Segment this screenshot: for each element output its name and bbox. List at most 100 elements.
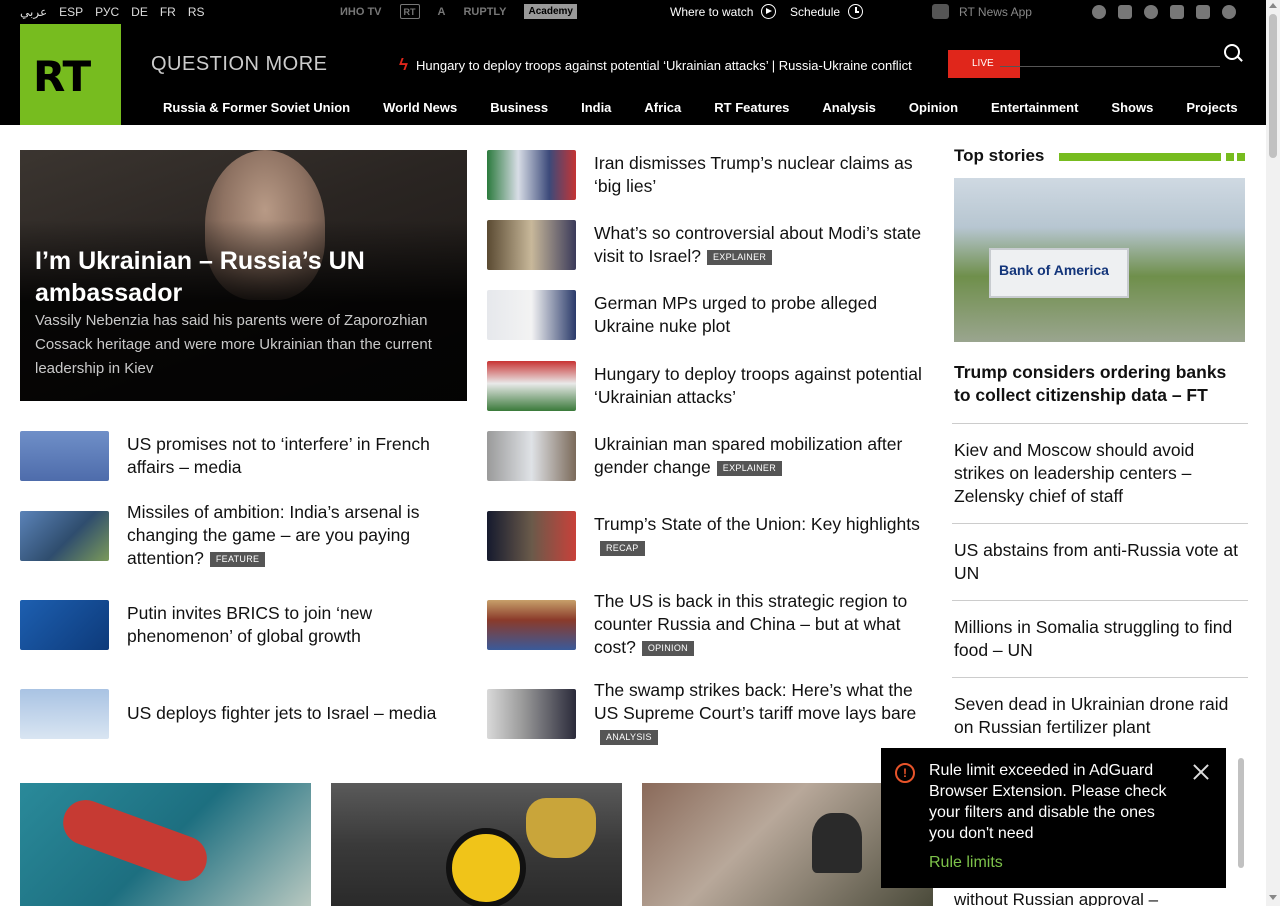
story-thumbnail[interactable] <box>487 511 576 561</box>
hero-title[interactable]: I’m Ukrainian – Russia’s UN ambassador <box>35 245 455 309</box>
lang-rs[interactable]: RS <box>188 5 205 19</box>
lang-rus[interactable]: РУС <box>95 5 119 19</box>
story-title[interactable]: Hungary to deploy troops against potenti… <box>594 363 939 409</box>
lang-arabic[interactable]: عربي <box>20 5 47 19</box>
story-thumbnail[interactable] <box>20 689 109 739</box>
story-title[interactable]: German MPs urged to probe alleged Ukrain… <box>594 292 939 338</box>
story-thumbnail[interactable] <box>487 290 576 340</box>
news-app-link[interactable]: RT News App <box>932 4 1032 19</box>
story-thumbnail[interactable] <box>20 511 109 561</box>
vk-icon[interactable] <box>1170 5 1184 19</box>
hero-story[interactable]: I’m Ukrainian – Russia’s UN ambassador V… <box>20 150 467 401</box>
partner-a-logo[interactable]: A <box>438 4 446 19</box>
story-thumbnail[interactable] <box>487 431 576 481</box>
social-links <box>1092 5 1236 19</box>
story-title[interactable]: The swamp strikes back: Here’s what the … <box>594 679 939 748</box>
story-title[interactable]: Ukrainian man spared mobilization after … <box>594 433 939 479</box>
nav-rt-features[interactable]: RT Features <box>714 100 789 115</box>
app-icon <box>932 4 949 19</box>
story-thumbnail[interactable] <box>487 689 576 739</box>
where-to-watch-label: Where to watch <box>670 4 754 19</box>
tag-badge: EXPLAINER <box>716 461 783 476</box>
story-title[interactable]: The US is back in this strategic region … <box>594 590 939 659</box>
top-story-item[interactable]: Millions in Somalia struggling to find f… <box>954 616 1246 662</box>
top-stories-scrollbar[interactable] <box>1236 746 1246 884</box>
story-thumbnail[interactable] <box>487 361 576 411</box>
facebook-icon[interactable] <box>1196 5 1210 19</box>
partner-inotv-logo[interactable]: ИНО TV <box>340 4 382 19</box>
lang-fr[interactable]: FR <box>160 5 176 19</box>
page-scrollbar[interactable] <box>1266 0 1280 906</box>
story-card-image[interactable] <box>331 783 622 906</box>
lang-esp[interactable]: ESP <box>59 5 83 19</box>
tanker-shape <box>56 793 214 888</box>
nav-entertainment[interactable]: Entertainment <box>991 100 1078 115</box>
nav-world-news[interactable]: World News <box>383 100 457 115</box>
nav-opinion[interactable]: Opinion <box>909 100 958 115</box>
search-input[interactable] <box>1000 66 1220 67</box>
partner-academy-logo[interactable]: Academy <box>524 4 577 19</box>
story-title[interactable]: US deploys fighter jets to Israel – medi… <box>127 702 457 725</box>
story-title[interactable]: Iran dismisses Trump’s nuclear claims as… <box>594 152 939 198</box>
ticker-text: Hungary to deploy troops against potenti… <box>416 57 912 73</box>
top-story-item[interactable]: US abstains from anti-Russia vote at UN <box>954 539 1246 585</box>
partner-links: ИНО TV RT A RUPTLY Academy <box>340 4 577 19</box>
story-thumbnail[interactable] <box>20 431 109 481</box>
tag-badge: OPINION <box>641 641 694 656</box>
search-icon[interactable] <box>1224 44 1240 60</box>
hero-subtitle: Vassily Nebenzia has said his parents we… <box>35 312 432 377</box>
live-button[interactable]: LIVE <box>948 50 1020 78</box>
top-story-item[interactable]: Kiev and Moscow should avoid strikes on … <box>954 439 1246 508</box>
soldier-shape <box>812 813 862 873</box>
breaking-news-ticker[interactable]: ϟ Hungary to deploy troops against poten… <box>399 55 912 75</box>
scroll-down-icon[interactable] <box>1269 895 1277 900</box>
where-to-watch-link[interactable]: Where to watch <box>670 4 777 19</box>
tag-badge: FEATURE <box>209 552 266 567</box>
bank-sign: Bank of America <box>989 248 1129 298</box>
partner-ruptly-logo[interactable]: RUPTLY <box>463 4 506 19</box>
nav-projects[interactable]: Projects <box>1186 100 1237 115</box>
divider <box>952 523 1248 524</box>
tag-badge: ANALYSIS <box>600 730 658 745</box>
clock-icon <box>848 4 864 19</box>
top-stories-heading: Top stories <box>954 146 1045 165</box>
story-title[interactable]: Putin invites BRICS to join ‘new phenome… <box>127 602 457 648</box>
top-story-image[interactable]: Bank of America <box>954 178 1245 342</box>
story-thumbnail[interactable] <box>487 150 576 200</box>
top-story-item-partial[interactable]: without Russian approval – <box>954 890 1158 906</box>
top-bar: عربي ESP РУС DE FR RS ИНО TV RT A RUPTLY… <box>0 0 1266 24</box>
lang-de[interactable]: DE <box>131 5 148 19</box>
logo-text: RT <box>33 52 91 101</box>
rss-icon[interactable] <box>1118 5 1132 19</box>
story-card-image[interactable] <box>20 783 311 906</box>
nav-analysis[interactable]: Analysis <box>822 100 875 115</box>
scroll-up-icon[interactable] <box>1269 3 1277 8</box>
story-title[interactable]: US promises not to ‘interfere’ in French… <box>127 433 457 479</box>
odnoklassniki-icon[interactable] <box>1222 5 1236 19</box>
telegram-icon[interactable] <box>1092 5 1106 19</box>
top-story-lead-title[interactable]: Trump considers ordering banks to collec… <box>954 361 1246 407</box>
story-title[interactable]: Trump’s State of the Union: Key highligh… <box>594 513 939 559</box>
close-icon[interactable] <box>1191 762 1211 782</box>
story-title[interactable]: What’s so controversial about Modi’s sta… <box>594 222 939 268</box>
story-title[interactable]: Missiles of ambition: India’s arsenal is… <box>127 501 457 570</box>
story-thumbnail[interactable] <box>487 600 576 650</box>
story-thumbnail[interactable] <box>487 220 576 270</box>
main-nav: Russia & Former Soviet Union World News … <box>163 100 1238 115</box>
tag-badge: EXPLAINER <box>706 250 773 265</box>
rt-logo[interactable]: RT <box>20 24 121 125</box>
rule-limits-link[interactable]: Rule limits <box>929 854 1003 872</box>
scrollbar-thumb[interactable] <box>1269 14 1277 158</box>
partner-rt-logo[interactable]: RT <box>399 4 420 19</box>
nav-india[interactable]: India <box>581 100 611 115</box>
warning-icon: ! <box>895 763 915 783</box>
nav-russia[interactable]: Russia & Former Soviet Union <box>163 100 350 115</box>
top-story-item[interactable]: Seven dead in Ukrainian drone raid on Ru… <box>954 693 1246 739</box>
nav-africa[interactable]: Africa <box>644 100 681 115</box>
story-thumbnail[interactable] <box>20 600 109 650</box>
nav-business[interactable]: Business <box>490 100 548 115</box>
site-header: RT QUESTION MORE ϟ Hungary to deploy tro… <box>0 24 1266 125</box>
x-icon[interactable] <box>1144 5 1158 19</box>
schedule-link[interactable]: Schedule <box>790 4 864 19</box>
nav-shows[interactable]: Shows <box>1111 100 1153 115</box>
